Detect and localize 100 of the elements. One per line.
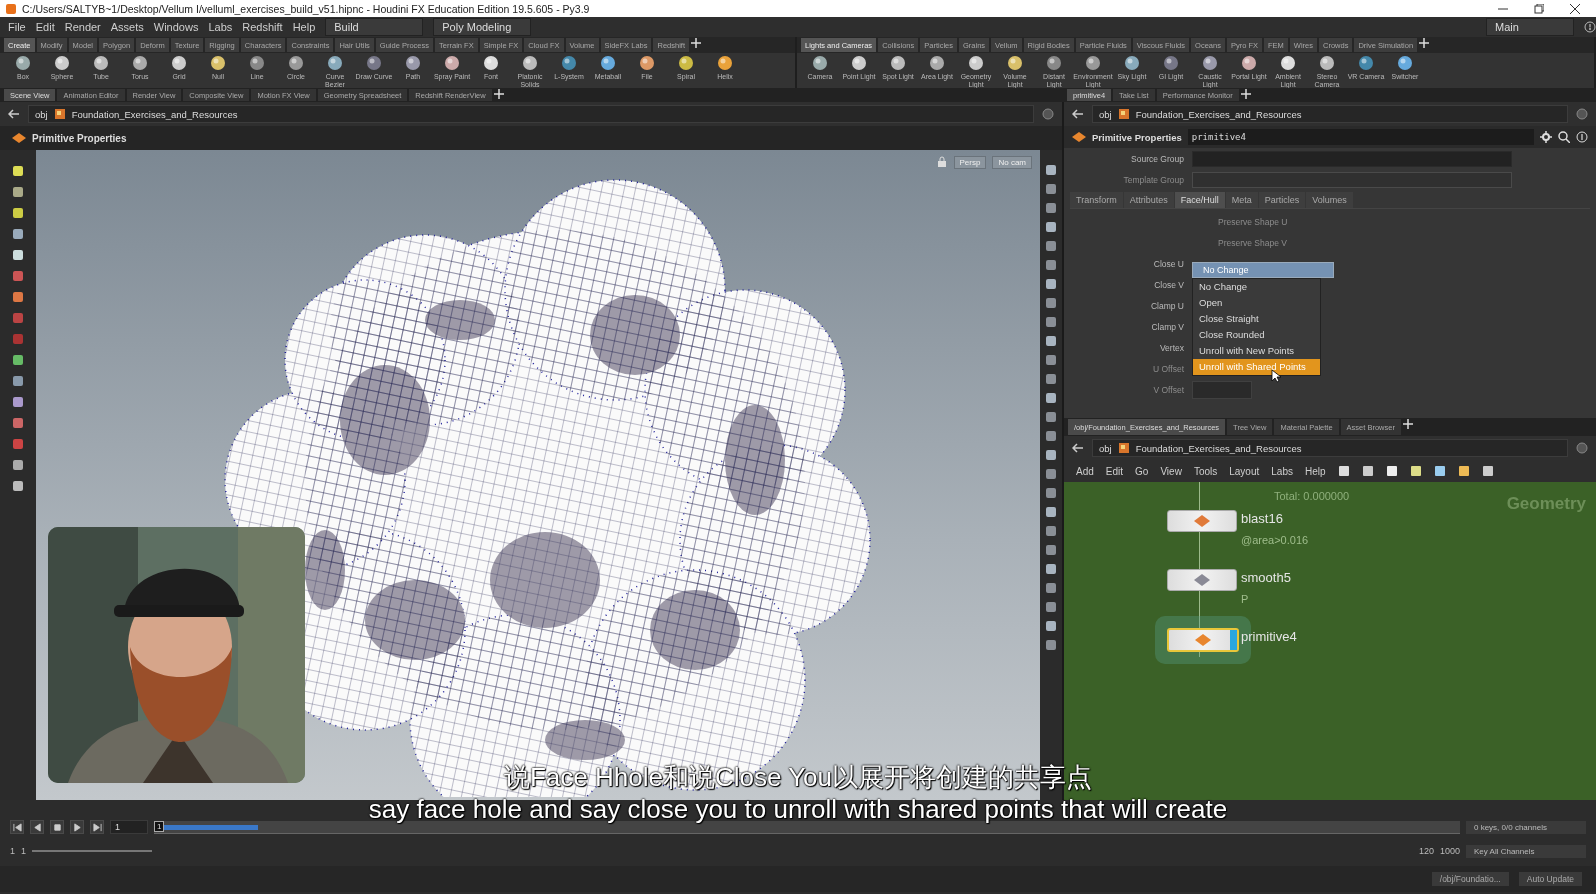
tool-icon[interactable] bbox=[11, 353, 25, 367]
info-icon[interactable] bbox=[1576, 131, 1588, 143]
update-mode-button[interactable]: Auto Update bbox=[1518, 872, 1582, 886]
tool-icon[interactable] bbox=[1045, 601, 1057, 613]
tool-icon[interactable] bbox=[11, 374, 25, 388]
menu-item[interactable]: Labs bbox=[208, 21, 233, 33]
playback-button[interactable] bbox=[10, 820, 24, 834]
toolbar-icon[interactable] bbox=[1337, 465, 1350, 477]
menu-item[interactable]: Labs bbox=[1271, 465, 1293, 477]
tool-icon[interactable] bbox=[1045, 202, 1057, 214]
param-tab[interactable]: Volumes bbox=[1306, 192, 1353, 208]
tool-icon[interactable] bbox=[1045, 164, 1057, 176]
tool-icon[interactable] bbox=[11, 164, 25, 178]
back-arrow-icon[interactable] bbox=[1072, 442, 1084, 454]
tool-icon[interactable] bbox=[1045, 620, 1057, 632]
tool-icon[interactable] bbox=[1045, 373, 1057, 385]
menu-item[interactable]: Edit bbox=[1105, 465, 1124, 477]
help-icon[interactable] bbox=[1584, 21, 1596, 33]
tool-icon[interactable] bbox=[1045, 487, 1057, 499]
tool-icon[interactable] bbox=[11, 290, 25, 304]
tool-icon[interactable] bbox=[11, 248, 25, 262]
tool-icon[interactable] bbox=[1045, 335, 1057, 347]
key-all-button[interactable]: Key All Channels bbox=[1466, 844, 1586, 858]
tool-icon[interactable] bbox=[1045, 582, 1057, 594]
menu-item[interactable]: Help bbox=[292, 21, 316, 33]
tool-icon[interactable] bbox=[1045, 278, 1057, 290]
network-node[interactable] bbox=[1167, 569, 1237, 591]
plus-icon[interactable] bbox=[1402, 419, 1413, 429]
frame-field[interactable]: 1 bbox=[110, 820, 148, 834]
param-tab[interactable]: Particles bbox=[1258, 192, 1306, 208]
desktop-selector[interactable]: Poly Modeling bbox=[433, 18, 532, 36]
tool-icon[interactable] bbox=[11, 395, 25, 409]
node-name-field[interactable]: primitive4 bbox=[1187, 129, 1534, 145]
plus-icon[interactable] bbox=[691, 38, 701, 48]
plus-icon[interactable] bbox=[1240, 89, 1251, 99]
tool-icon[interactable] bbox=[1045, 563, 1057, 575]
toolbar-icon[interactable] bbox=[1361, 465, 1374, 477]
tool-icon[interactable] bbox=[1045, 525, 1057, 537]
path-crumb[interactable]: obj bbox=[1099, 442, 1112, 454]
toolbar-icon[interactable] bbox=[1457, 465, 1470, 477]
toolbar-icon[interactable] bbox=[1433, 465, 1446, 477]
menu-item[interactable]: View bbox=[1160, 465, 1182, 477]
tool-icon[interactable] bbox=[1045, 430, 1057, 442]
dropdown-option[interactable]: Open bbox=[1193, 295, 1320, 311]
tool-icon[interactable] bbox=[1045, 183, 1057, 195]
tool-icon[interactable] bbox=[1045, 411, 1057, 423]
tool-icon[interactable] bbox=[1045, 506, 1057, 518]
tool-icon[interactable] bbox=[1045, 544, 1057, 556]
tool-icon[interactable] bbox=[1045, 468, 1057, 480]
path-crumb[interactable]: Foundation_Exercises_and_Resources bbox=[71, 108, 238, 120]
menu-item[interactable]: Assets bbox=[110, 21, 144, 33]
menu-item[interactable]: Edit bbox=[35, 21, 55, 33]
menu-item[interactable]: Add bbox=[1076, 465, 1094, 477]
menu-item[interactable]: Redshift bbox=[242, 21, 283, 33]
param-tab[interactable]: Attributes bbox=[1123, 192, 1174, 208]
playback-button[interactable] bbox=[70, 820, 84, 834]
lock-icon[interactable] bbox=[935, 156, 948, 168]
dropdown-option[interactable]: Unroll with New Points bbox=[1193, 343, 1320, 359]
menu-item[interactable]: Help bbox=[1304, 465, 1326, 477]
tool-icon[interactable] bbox=[1045, 259, 1057, 271]
network-node[interactable] bbox=[1167, 510, 1237, 532]
tool-icon[interactable] bbox=[1045, 354, 1057, 366]
path-crumb[interactable]: Foundation_Exercises_and_Resources bbox=[1135, 108, 1302, 120]
playback-button[interactable] bbox=[30, 820, 44, 834]
desktop-selector[interactable]: Build bbox=[325, 18, 424, 36]
tool-icon[interactable] bbox=[1045, 297, 1057, 309]
menu-item[interactable]: Windows bbox=[153, 21, 199, 33]
plus-icon[interactable] bbox=[1419, 38, 1430, 48]
playback-button[interactable] bbox=[90, 820, 104, 834]
desktop-selector[interactable]: Main bbox=[1486, 18, 1574, 36]
tool-icon[interactable] bbox=[11, 479, 25, 493]
param-tab[interactable]: Transform bbox=[1070, 192, 1123, 208]
param-tab[interactable]: Face/Hull bbox=[1174, 192, 1225, 208]
tool-icon[interactable] bbox=[11, 227, 25, 241]
tool-icon[interactable] bbox=[1045, 316, 1057, 328]
tool-icon[interactable] bbox=[11, 185, 25, 199]
tool-icon[interactable] bbox=[11, 206, 25, 220]
param-tab[interactable]: Meta bbox=[1225, 192, 1258, 208]
back-arrow-icon[interactable] bbox=[1072, 108, 1084, 120]
frame-marker[interactable]: 1 bbox=[154, 821, 165, 832]
path-crumb[interactable]: obj bbox=[1099, 108, 1112, 120]
menu-item[interactable]: Layout bbox=[1229, 465, 1260, 477]
playback-button[interactable] bbox=[50, 820, 64, 834]
path-crumb[interactable]: Foundation_Exercises_and_Resources bbox=[1135, 442, 1302, 454]
dropdown-option[interactable]: No Change bbox=[1193, 279, 1320, 295]
dropdown-option[interactable]: Close Rounded bbox=[1193, 327, 1320, 343]
tool-icon[interactable] bbox=[1045, 449, 1057, 461]
menu-item[interactable]: Tools bbox=[1193, 465, 1218, 477]
path-crumb[interactable]: obj bbox=[35, 108, 48, 120]
menu-item[interactable]: Go bbox=[1135, 465, 1149, 477]
toolbar-icon[interactable] bbox=[1481, 465, 1494, 477]
toolbar-icon[interactable] bbox=[1409, 465, 1422, 477]
plus-icon[interactable] bbox=[493, 89, 504, 99]
toolbar-icon[interactable] bbox=[1385, 465, 1398, 477]
tool-icon[interactable] bbox=[1045, 639, 1057, 651]
menu-item[interactable]: File bbox=[8, 21, 26, 33]
network-node[interactable] bbox=[1167, 628, 1239, 652]
close-icon[interactable] bbox=[1570, 3, 1580, 14]
tool-icon[interactable] bbox=[11, 458, 25, 472]
tool-icon[interactable] bbox=[1045, 392, 1057, 404]
